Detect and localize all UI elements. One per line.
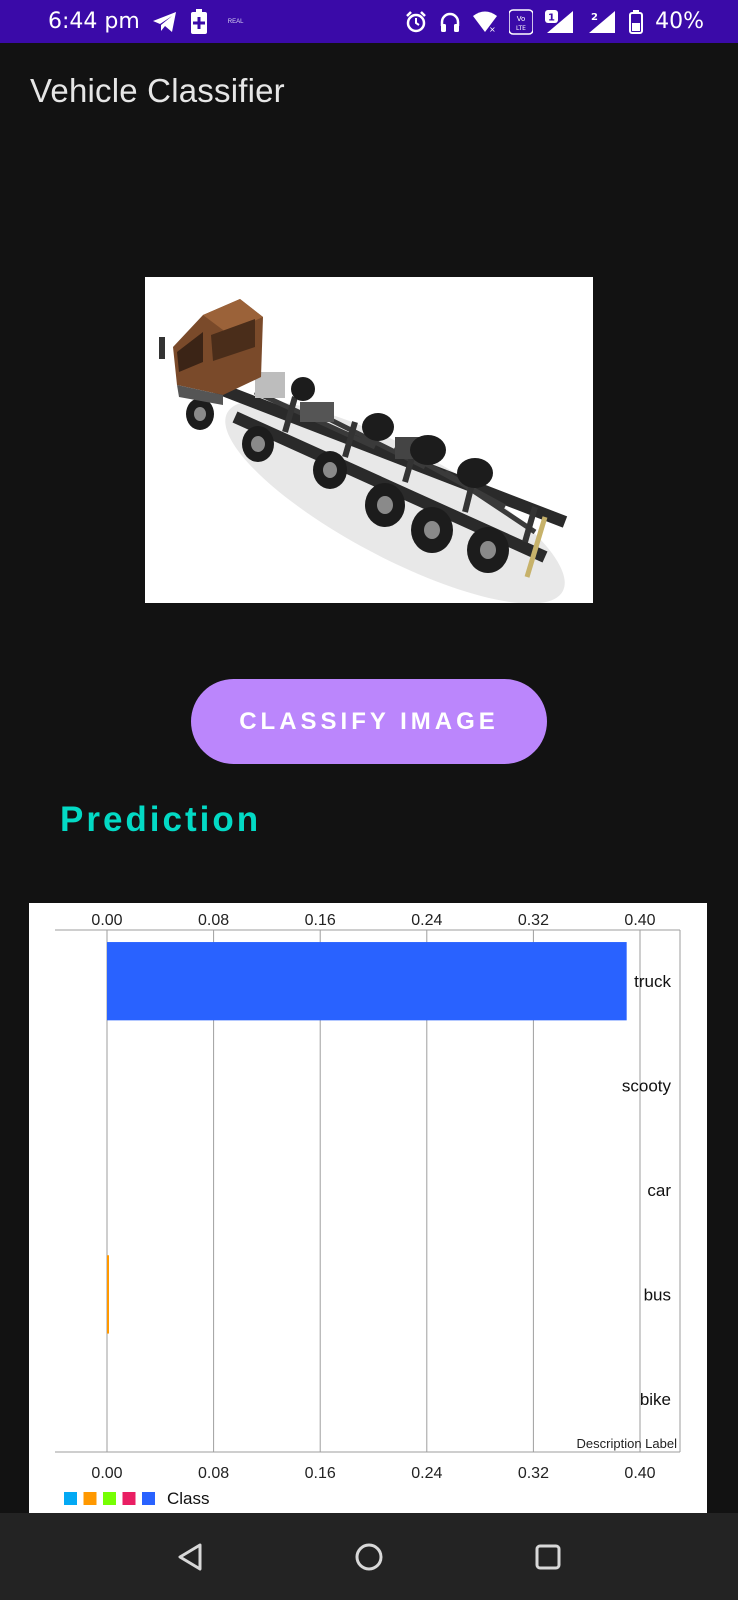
status-left: 6:44 pm REAL: [48, 8, 244, 35]
svg-text:×: ×: [489, 25, 496, 33]
status-small-note: REAL: [227, 18, 244, 25]
chart-bottom-tick-label: 0.24: [411, 1465, 442, 1482]
svg-text:1: 1: [548, 12, 555, 23]
battery-icon: [629, 9, 644, 34]
chart-svg: 0.00 0.00 0.08 0.08 0.16 0.16 0.24 0.24 0.32 0.32…: [55, 912, 681, 1508]
chart-top-tick-label: 0.40: [624, 912, 655, 929]
legend-swatch: [83, 1492, 97, 1505]
headphones-icon: [439, 11, 461, 33]
volte-icon: Vo LTE: [509, 8, 534, 35]
chart-bottom-tick-label: 0.40: [624, 1465, 655, 1482]
chart-top-tick-label: 0.00: [91, 912, 122, 929]
vehicle-image: [145, 277, 593, 603]
status-right: × Vo LTE 1 2 40%: [405, 8, 704, 35]
prediction-chart: 0.00 0.00 0.08 0.08 0.16 0.16 0.24 0.24 0.32 0.32…: [29, 903, 707, 1513]
signal-sim2-icon: 2: [587, 10, 617, 34]
status-time: 6:44 pm: [48, 9, 140, 34]
chart-bottom-tick-label: 0.00: [91, 1465, 122, 1482]
signal-sim1-icon: 1: [545, 9, 575, 34]
chart-bottom-tick-label: 0.16: [305, 1465, 336, 1482]
chart-bottom-tick-label: 0.08: [198, 1465, 229, 1482]
legend-swatch: [122, 1492, 136, 1505]
home-icon[interactable]: [339, 1527, 399, 1587]
chart-category-label: bus: [644, 1285, 671, 1304]
chart-bottom-tick-label: 0.32: [518, 1465, 549, 1482]
chart-bar-truck: [107, 942, 627, 1021]
chart-top-tick-label: 0.16: [305, 912, 336, 929]
legend-swatch: [142, 1492, 155, 1505]
svg-text:2: 2: [591, 12, 598, 23]
battery-saver-icon: [190, 8, 208, 35]
chart-category-label: bike: [640, 1390, 671, 1409]
chart-category-label: scooty: [622, 1077, 672, 1096]
chart-description-label: Description Label: [577, 1436, 678, 1451]
chart-category-label: truck: [634, 972, 671, 991]
alarm-icon: [405, 10, 427, 33]
legend-label: Class: [167, 1489, 210, 1508]
chart-top-tick-label: 0.08: [198, 912, 229, 929]
battery-percent: 40%: [655, 9, 704, 34]
chart-bar-bus: [107, 1255, 109, 1334]
wifi-icon: ×: [473, 11, 498, 33]
svg-text:LTE: LTE: [516, 25, 526, 32]
prediction-heading: Prediction: [60, 800, 262, 839]
recents-icon[interactable]: [518, 1527, 578, 1587]
status-bar: 6:44 pm REAL × Vo LTE 1 2 40%: [0, 0, 738, 43]
chart-top-tick-label: 0.24: [411, 912, 442, 929]
chart-category-label: car: [647, 1181, 671, 1200]
app-title: Vehicle Classifier: [30, 72, 285, 109]
svg-text:Vo: Vo: [517, 15, 526, 23]
app-screen: 6:44 pm REAL × Vo LTE 1 2 40% Vehicle Cl…: [0, 0, 738, 1600]
chart-top-tick-label: 0.32: [518, 912, 549, 929]
legend-swatch: [64, 1492, 77, 1505]
back-icon[interactable]: [160, 1527, 220, 1587]
navigation-bar: [0, 1513, 738, 1600]
legend-swatch: [103, 1492, 116, 1505]
telegram-icon: [152, 11, 178, 33]
classify-image-button[interactable]: CLASSIFY IMAGE: [191, 679, 547, 764]
